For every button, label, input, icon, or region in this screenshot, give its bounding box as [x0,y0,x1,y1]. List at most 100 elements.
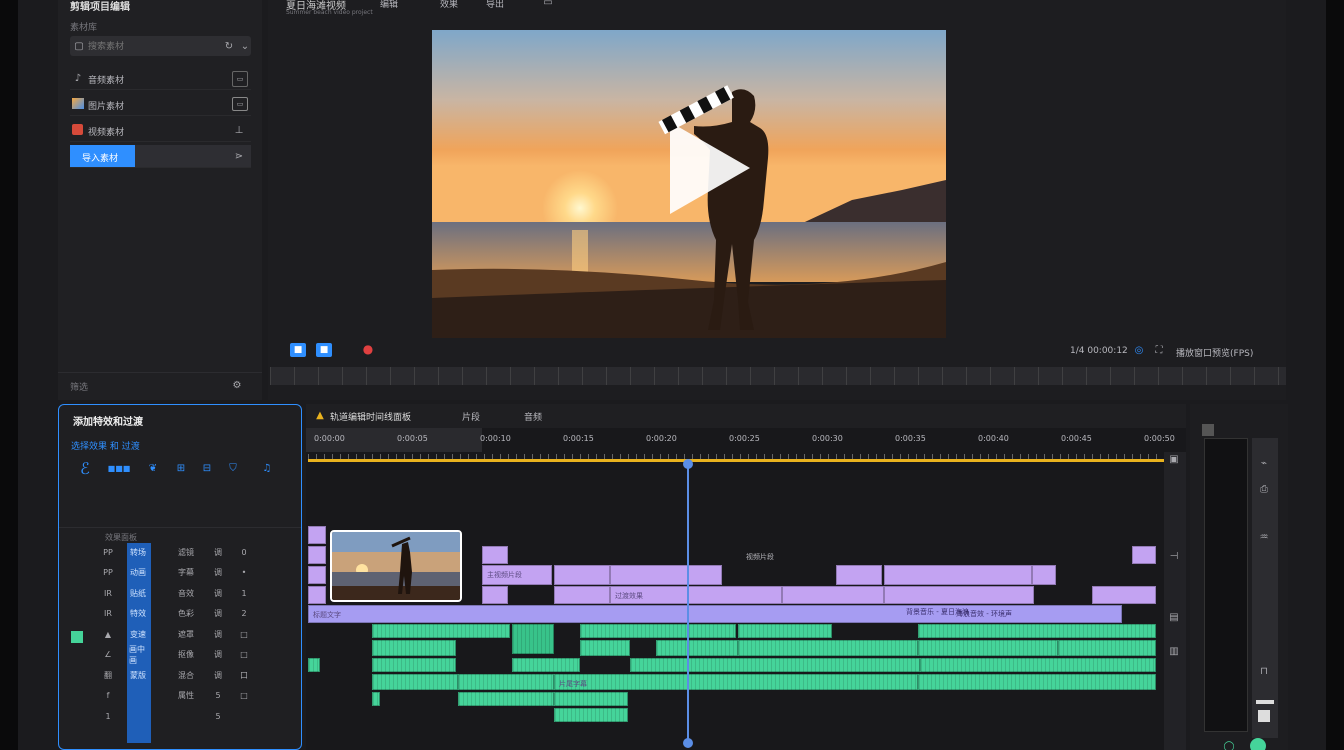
effect-cell-8-1[interactable] [129,709,147,723]
effect-cell-3-2[interactable]: 色彩 [177,607,195,621]
menu-edit[interactable]: 编辑 [380,0,398,10]
audio-clip[interactable] [630,658,920,672]
effect-cell-7-2[interactable]: 属性 [177,689,195,703]
video-clip[interactable] [1132,546,1156,564]
video-clip[interactable] [1092,586,1156,604]
effect-cell-5-1[interactable]: 画中画 [129,645,147,665]
shield-icon[interactable]: ⛉ [225,461,241,475]
audio-clip[interactable] [918,640,1058,656]
effect-cell-8-0[interactable]: 1 [99,709,117,723]
layout-icon[interactable]: ⊟ [199,461,215,475]
playhead-end-handle[interactable] [683,738,693,748]
power-icon[interactable]: ◯ [1222,740,1236,750]
effect-cell-5-3[interactable]: 调 [209,648,227,662]
audio-clip[interactable] [918,624,1156,638]
effect-cell-2-4[interactable]: 1 [235,586,253,600]
transition-icon[interactable]: ℰ [75,459,95,478]
video-clip[interactable] [610,565,722,585]
playhead-handle[interactable] [683,459,693,469]
meter-output-icon[interactable]: ⊓ [1256,664,1272,678]
video-clip[interactable] [884,565,1032,585]
audio-clip[interactable] [918,674,1156,690]
effect-cell-8-3[interactable]: 5 [209,709,227,723]
effect-cell-7-4[interactable]: □ [235,689,253,703]
video-clip[interactable] [482,546,508,564]
zoom-icon[interactable]: ◎ [1132,343,1146,357]
fullscreen-icon[interactable]: ⛶ [1152,343,1166,357]
effect-cell-2-1[interactable]: 贴纸 [129,586,147,600]
track-lock-icon[interactable]: ⊣ [1167,549,1181,563]
effect-cell-1-1[interactable]: 动画 [129,566,147,580]
leaf-icon[interactable]: ❦ [145,461,161,475]
audio-clip[interactable] [512,624,554,654]
video-clip[interactable] [308,566,326,584]
video-clip[interactable] [554,586,610,604]
audio-clip[interactable] [656,640,738,656]
audio-clip[interactable] [920,658,1156,672]
audio-clip[interactable] [738,624,832,638]
effect-cell-6-2[interactable]: 混合 [177,668,195,682]
video-clip[interactable] [884,586,1034,604]
audio-clip[interactable] [372,674,458,690]
video-clip[interactable] [836,565,882,585]
media-item-video[interactable]: 视频素材 ⊥ [70,119,251,142]
video-clip[interactable] [482,586,508,604]
video-clip[interactable] [308,586,326,604]
audio-clip[interactable] [580,624,736,638]
audio-clip[interactable] [458,674,554,690]
effect-cell-0-2[interactable]: 滤镜 [177,545,195,559]
effect-cell-2-0[interactable]: IR [99,586,117,600]
scrub-bar[interactable] [270,367,1286,385]
effect-cell-0-0[interactable]: PP [99,545,117,559]
effect-cell-0-3[interactable]: 调 [209,545,227,559]
meter-scale-icon[interactable]: ⌁ [1256,456,1272,470]
effect-cell-8-2[interactable] [177,709,195,723]
video-clip[interactable] [1032,565,1056,585]
effect-cell-2-2[interactable]: 音效 [177,586,195,600]
effect-cell-4-4[interactable]: □ [235,627,253,641]
ruler-bar[interactable] [308,459,1164,462]
effect-cell-5-2[interactable]: 抠像 [177,648,195,662]
track-visibility-icon[interactable]: ▤ [1167,610,1181,624]
audio-clip[interactable] [554,692,628,706]
video-clip[interactable] [308,526,326,544]
grid-icon[interactable]: ⊞ [173,461,189,475]
tab-audio[interactable]: 音频 [524,410,542,423]
effect-cell-1-4[interactable]: • [235,566,253,580]
video-thumbnail-clip[interactable] [330,530,462,602]
expand-icon[interactable]: ▭ [232,97,248,111]
video-clip[interactable]: 过渡效果 [610,586,782,604]
search-box[interactable]: ▢ ↻ ⌄ [70,36,251,56]
effect-cell-7-1[interactable] [129,689,147,703]
record-icon[interactable]: ● [362,342,374,356]
import-button[interactable]: 导入素材 [70,145,135,167]
effect-cell-5-4[interactable]: □ [235,648,253,662]
effect-preset-icon[interactable]: ■■■ [99,461,139,475]
effect-cell-0-1[interactable]: 转场 [129,545,147,559]
arrow-icon[interactable]: ⋗ [232,149,246,163]
effect-cell-1-0[interactable]: PP [99,566,117,580]
audio-clip[interactable] [738,640,918,656]
search-input[interactable] [86,38,210,56]
audio-clip[interactable] [372,658,456,672]
video-clip[interactable] [554,565,610,585]
menu-effects[interactable]: 效果 [440,0,458,10]
video-camera-icon[interactable]: ■ [290,343,306,357]
audio-clip[interactable] [308,658,320,672]
snapshot-icon[interactable]: ■ [316,343,332,357]
effect-cell-3-3[interactable]: 调 [209,607,227,621]
media-item-image[interactable]: 图片素材 ▭ [70,93,251,116]
playhead-line[interactable] [687,462,689,744]
effect-cell-3-0[interactable]: IR [99,607,117,621]
audio-clip[interactable] [372,692,380,706]
audio-clip[interactable]: 片尾字幕 [554,674,918,690]
video-clip[interactable] [782,586,884,604]
effect-cell-4-2[interactable]: 遮罩 [177,627,195,641]
settings-icon[interactable]: ⚙ [230,378,244,392]
menu-export[interactable]: 导出 [486,0,504,10]
effect-cell-6-4[interactable]: 口 [235,668,253,682]
effect-cell-1-3[interactable]: 调 [209,566,227,580]
effect-cell-0-4[interactable]: 0 [235,545,253,559]
meter-mixer-icon[interactable]: ♒ [1256,530,1272,544]
effect-cell-3-4[interactable]: 2 [235,607,253,621]
